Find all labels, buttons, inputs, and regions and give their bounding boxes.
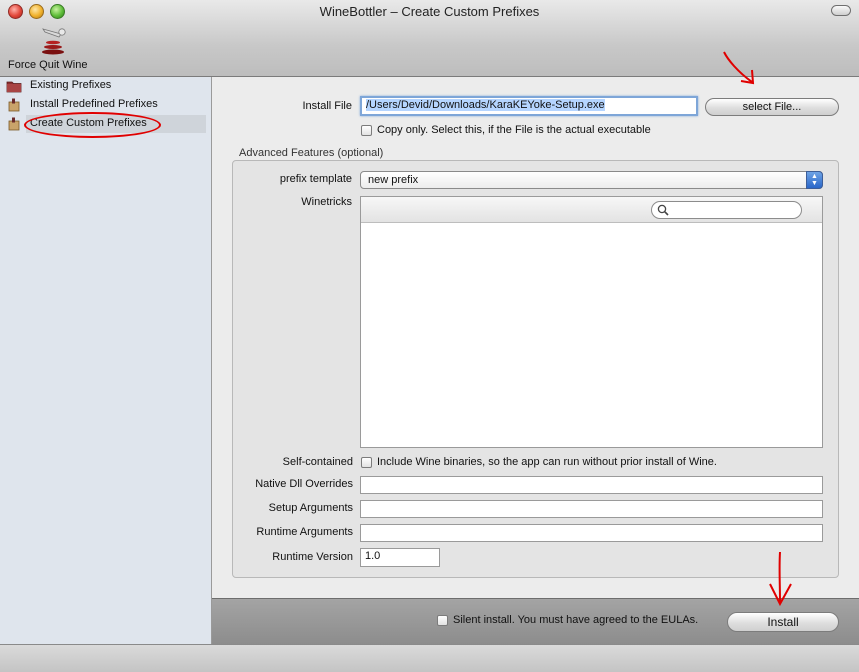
status-bar: [0, 644, 859, 672]
sidebar-item-label: Existing Prefixes: [30, 79, 112, 91]
select-file-button[interactable]: select File...: [705, 98, 839, 116]
prefix-template-label: prefix template: [279, 173, 352, 185]
winebottler-window: WineBottler – Create Custom Prefixes For…: [0, 0, 859, 672]
install-file-label: Install File: [302, 100, 352, 112]
self-contained-checkbox-label: Include Wine binaries, so the app can ru…: [377, 456, 717, 468]
silent-install-label: Silent install. You must have agreed to …: [453, 614, 699, 626]
winetricks-label: Winetricks: [301, 196, 352, 208]
native-dll-overrides-input[interactable]: [360, 476, 823, 494]
force-quit-label: Force Quit Wine: [8, 59, 88, 71]
toolbar-toggle-button[interactable]: [831, 5, 851, 16]
setup-arguments-label: Setup Arguments: [268, 502, 353, 514]
red-annotation-arrow-icon: [769, 551, 792, 607]
winetricks-header: [361, 197, 822, 223]
wine-bottle-box-icon: [8, 117, 20, 131]
sidebar-item-label: Install Predefined Prefixes: [30, 98, 158, 110]
native-dll-overrides-label: Native Dll Overrides: [255, 478, 353, 490]
install-file-field[interactable]: /Users/Devid/Downloads/KaraKEYoke-Setup.…: [360, 96, 698, 116]
self-contained-checkbox[interactable]: [361, 457, 372, 468]
silent-install-checkbox[interactable]: [437, 615, 448, 626]
runtime-arguments-input[interactable]: [360, 524, 823, 542]
folder-icon: [6, 81, 22, 93]
winetricks-list[interactable]: [360, 196, 823, 448]
wine-glass-icon: [42, 28, 66, 55]
window-title: WineBottler – Create Custom Prefixes: [319, 4, 540, 19]
sidebar: Existing Prefixes Install Predefined Pre…: [0, 77, 212, 644]
copy-only-label: Copy only. Select this, if the File is t…: [377, 124, 651, 136]
advanced-features-title: Advanced Features (optional): [239, 147, 384, 159]
force-quit-wine-button[interactable]: Force Quit Wine: [8, 26, 98, 72]
search-icon: [657, 204, 669, 216]
sidebar-item-existing-prefixes[interactable]: Existing Prefixes: [0, 77, 211, 95]
prefix-template-value: new prefix: [368, 174, 419, 186]
install-file-value: /Users/Devid/Downloads/KaraKEYoke-Setup.…: [366, 99, 605, 111]
wine-bottle-box-icon: [8, 98, 20, 112]
red-annotation-circle: [24, 112, 161, 138]
prefix-template-select[interactable]: new prefix ▲ ▼: [360, 171, 823, 189]
setup-arguments-input[interactable]: [360, 500, 823, 518]
runtime-version-input[interactable]: 1.0: [360, 548, 440, 567]
install-button[interactable]: Install: [727, 612, 839, 632]
copy-only-checkbox[interactable]: [361, 125, 372, 136]
self-contained-label: Self-contained: [282, 456, 353, 468]
red-annotation-arrow-icon: [723, 51, 755, 85]
winetricks-search-input[interactable]: [651, 201, 802, 219]
runtime-arguments-label: Runtime Arguments: [256, 526, 353, 538]
runtime-version-label: Runtime Version: [272, 551, 353, 563]
updown-arrows-icon: ▲ ▼: [806, 171, 823, 189]
